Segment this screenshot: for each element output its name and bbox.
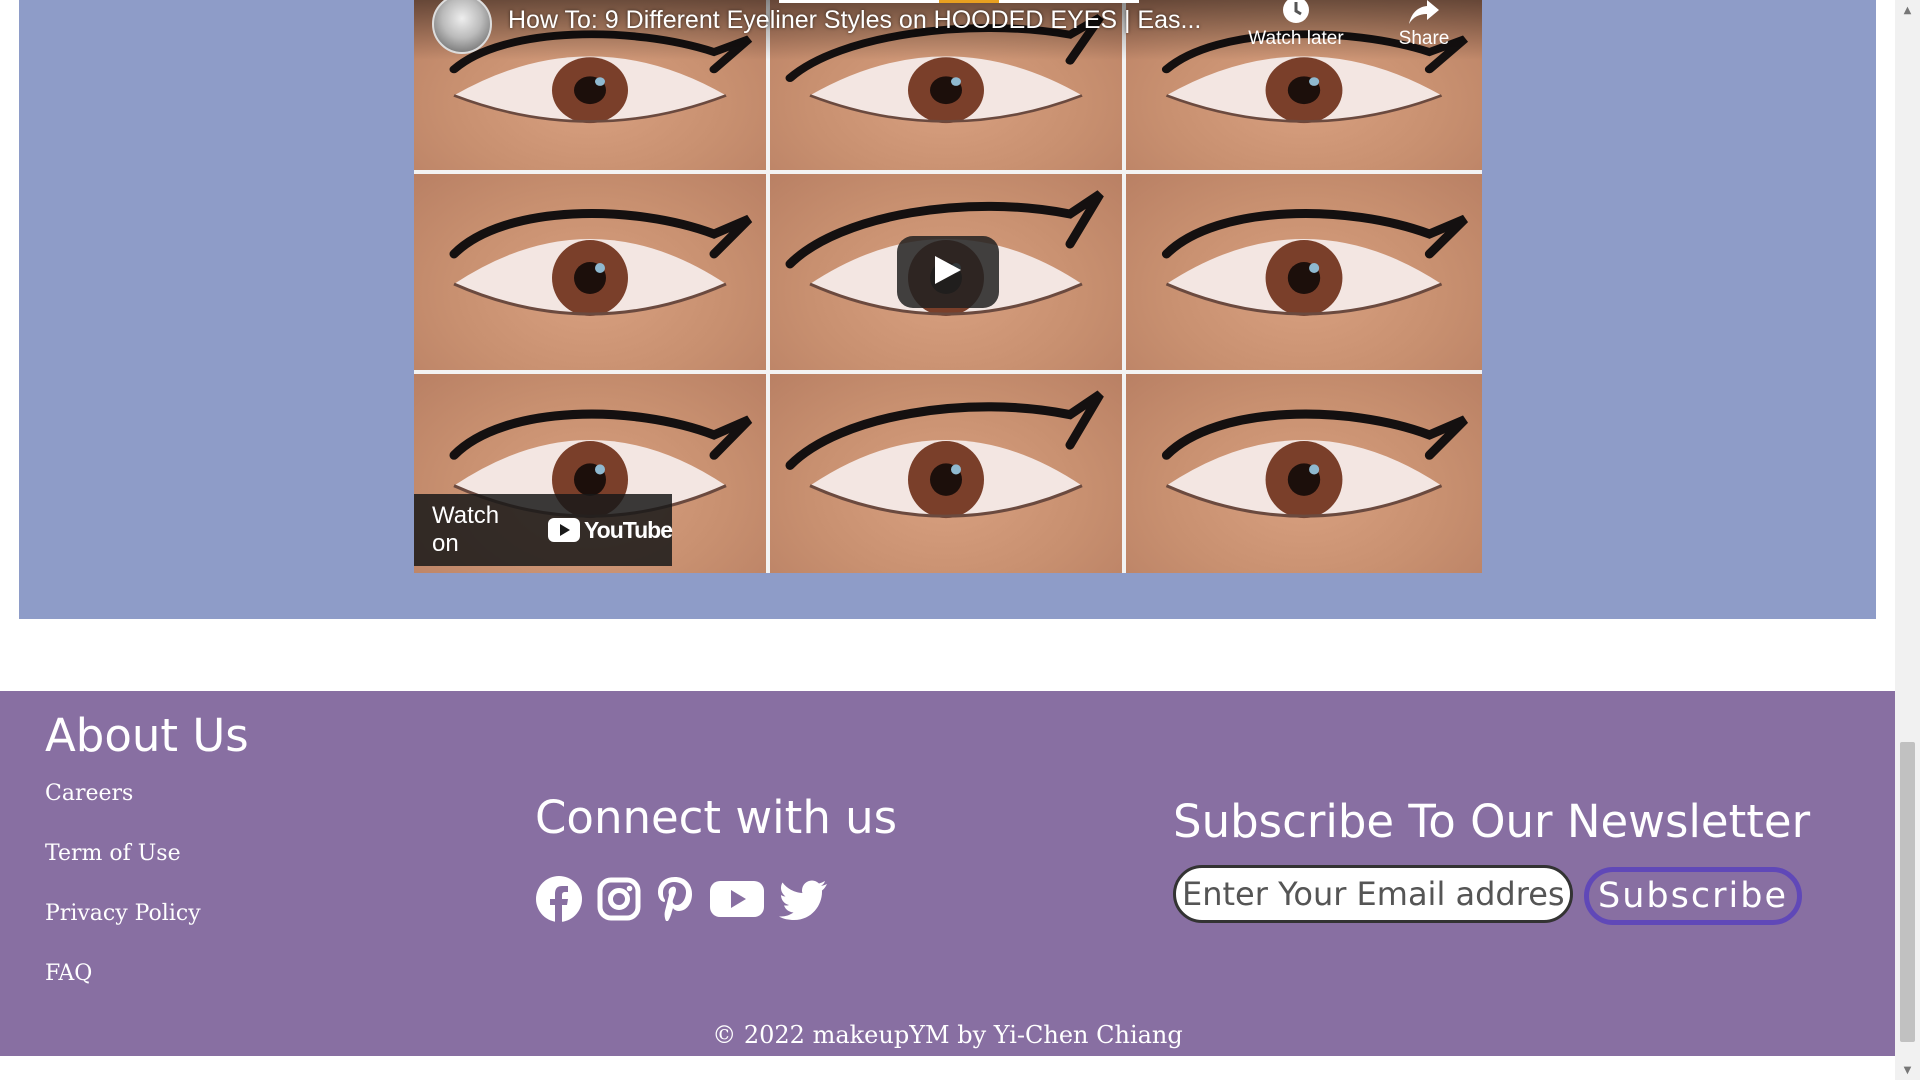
subscribe-button[interactable]: Subscribe <box>1584 867 1802 925</box>
about-us-heading: About Us <box>45 709 249 762</box>
twitter-icon[interactable] <box>779 878 829 920</box>
site-footer: About Us Careers Term of Use Privacy Pol… <box>0 691 1895 1056</box>
privacy-policy-link[interactable]: Privacy Policy <box>45 901 201 926</box>
newsletter-heading: Subscribe To Our Newsletter <box>1173 795 1811 848</box>
watch-later-button[interactable]: Watch later <box>1236 0 1356 50</box>
share-button[interactable]: Share <box>1384 0 1464 50</box>
play-button[interactable] <box>897 236 999 308</box>
instagram-icon[interactable] <box>597 877 641 921</box>
youtube-icon[interactable] <box>709 879 765 919</box>
faq-link[interactable]: FAQ <box>45 961 92 986</box>
share-icon <box>1384 0 1464 28</box>
eyeliner-thumbnail <box>1126 174 1482 370</box>
share-label: Share <box>1398 28 1450 49</box>
social-links <box>535 875 829 923</box>
play-icon <box>933 254 963 290</box>
scroll-down-arrow-icon[interactable]: ▼ <box>1895 1060 1920 1080</box>
scrollbar-thumb[interactable] <box>1900 742 1915 1042</box>
terms-of-use-link[interactable]: Term of Use <box>45 841 181 866</box>
about-links-list: Careers Term of Use Privacy Policy FAQ <box>45 781 201 1021</box>
careers-link[interactable]: Careers <box>45 781 133 806</box>
youtube-wordmark: YouTube <box>584 516 673 543</box>
watch-later-label: Watch later <box>1248 28 1344 49</box>
copyright-text: © 2022 makeupYM by Yi-Chen Chiang <box>712 1021 1183 1049</box>
watch-on-label: Watch on <box>432 502 500 557</box>
watch-on-youtube-button[interactable]: Watch on YouTube <box>414 494 673 566</box>
youtube-embed[interactable]: How To: 9 Different Eyeliner Styles on H… <box>414 0 1482 573</box>
progress-strip <box>779 0 1139 3</box>
scroll-up-arrow-icon[interactable]: ▲ <box>1895 0 1920 20</box>
eyeliner-thumbnail <box>414 174 766 370</box>
youtube-logo-icon: YouTube <box>548 516 673 544</box>
email-field[interactable] <box>1173 865 1573 923</box>
video-section: How To: 9 Different Eyeliner Styles on H… <box>19 0 1876 619</box>
clock-icon <box>1236 0 1356 28</box>
connect-heading: Connect with us <box>535 791 898 844</box>
pinterest-icon[interactable] <box>655 875 695 923</box>
eyeliner-thumbnail <box>770 374 1122 573</box>
facebook-icon[interactable] <box>535 875 583 923</box>
eyeliner-thumbnail <box>1126 374 1482 573</box>
page-scrollbar[interactable]: ▲ ▼ <box>1895 0 1920 1080</box>
video-title[interactable]: How To: 9 Different Eyeliner Styles on H… <box>508 6 1201 35</box>
